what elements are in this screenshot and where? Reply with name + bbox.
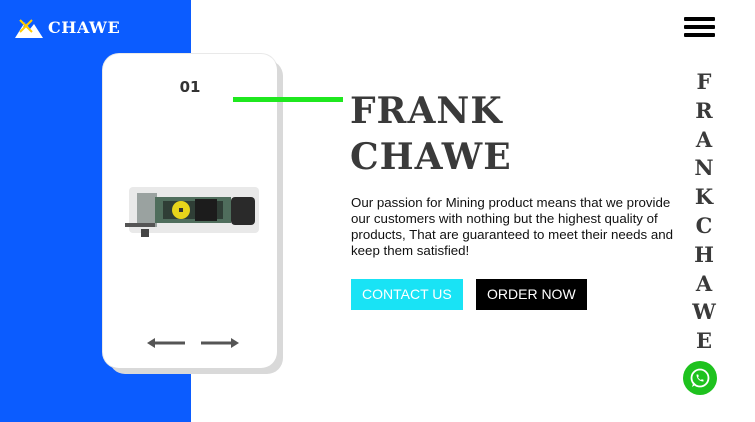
vertical-letter: N: [694, 155, 714, 181]
vertical-letter: R: [695, 97, 713, 123]
vertical-letter: E: [695, 328, 712, 354]
vertical-letter: W: [692, 299, 716, 325]
brand-name: CHAWE: [48, 17, 121, 37]
vertical-letter: F: [696, 69, 712, 94]
menu-bar: [684, 33, 715, 37]
vertical-letter: H: [694, 241, 714, 267]
arrow-right-icon[interactable]: [201, 334, 239, 352]
contact-us-button[interactable]: CONTACT US: [351, 279, 463, 310]
hero-title-line2: CHAWE: [350, 136, 512, 178]
mining-product-image: [125, 187, 259, 237]
vertical-letter: A: [695, 126, 713, 152]
brand-logo[interactable]: CHAWE: [14, 14, 120, 40]
whatsapp-button[interactable]: [683, 361, 717, 395]
vertical-letter: A: [695, 270, 713, 296]
hero-title: FRANK CHAWE: [350, 88, 512, 180]
card-number: 01: [179, 78, 201, 96]
menu-bar: [684, 17, 715, 21]
order-now-button[interactable]: ORDER NOW: [476, 279, 587, 310]
hero-description: Our passion for Mining product means tha…: [351, 195, 674, 258]
arrow-left-icon[interactable]: [147, 334, 185, 352]
mountain-logo-icon: [15, 19, 43, 38]
menu-bar: [684, 25, 715, 29]
whatsapp-icon: [690, 368, 710, 388]
hero-title-line1: FRANK: [350, 90, 503, 132]
hamburger-menu-icon[interactable]: [684, 17, 715, 37]
vertical-brand-name: F R A N K C H A W E: [692, 68, 716, 356]
vertical-letter: K: [694, 184, 714, 210]
vertical-letter: C: [695, 212, 713, 238]
card-navigation: [147, 334, 239, 352]
accent-divider: [233, 97, 343, 102]
